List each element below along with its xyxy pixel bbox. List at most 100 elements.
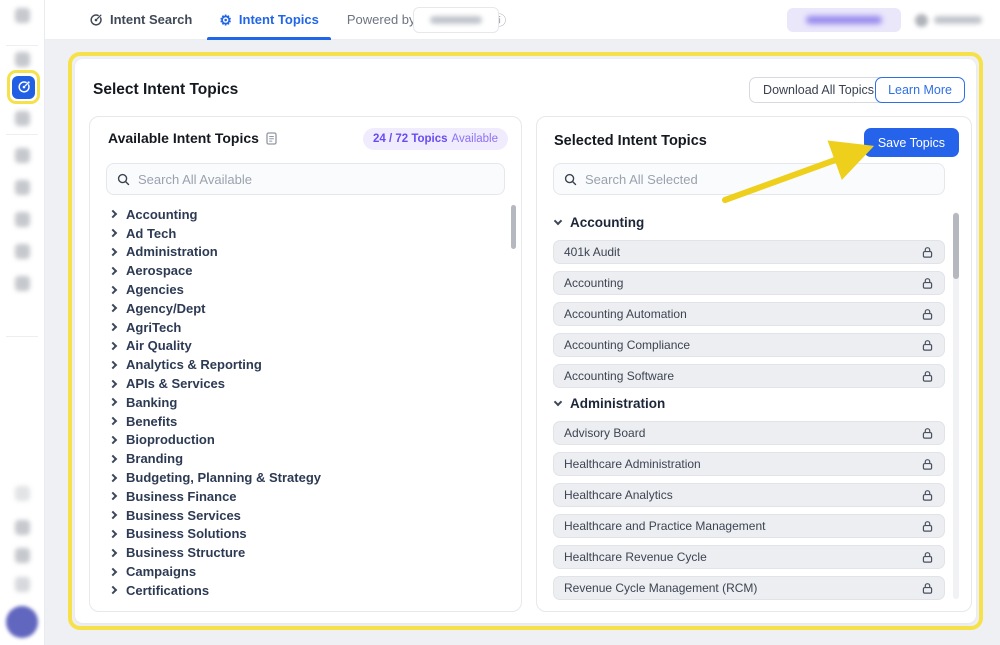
available-topic-row[interactable]: Administration <box>110 243 501 262</box>
tab-label: Intent Topics <box>239 12 319 27</box>
available-topic-row[interactable]: Agencies <box>110 280 501 299</box>
lock-icon <box>921 489 934 502</box>
blurred-sidebar-icon[interactable] <box>15 276 30 291</box>
available-topic-row[interactable]: Analytics & Reporting <box>110 355 501 374</box>
blurred-sidebar-icon[interactable] <box>15 244 30 259</box>
blurred-sidebar-icon[interactable] <box>15 520 30 535</box>
chevron-right-icon <box>109 379 117 387</box>
chevron-right-icon <box>109 304 117 312</box>
search-available-input[interactable] <box>138 172 494 187</box>
available-panel-title: Available Intent Topics <box>108 130 259 146</box>
topic-label: APIs & Services <box>126 376 225 391</box>
sidebar-divider <box>6 45 38 46</box>
blurred-sidebar-icon[interactable] <box>15 8 30 23</box>
blurred-sidebar-icon[interactable] <box>15 52 30 67</box>
search-selected-input[interactable] <box>585 172 934 187</box>
topic-label: Business Solutions <box>126 526 247 541</box>
chevron-right-icon <box>109 417 117 425</box>
topic-label: Accounting <box>564 276 921 290</box>
selected-topic-pill[interactable]: Revenue Cycle Management (RCM) <box>553 576 945 600</box>
selected-topic-pill[interactable]: Advisory Board <box>553 421 945 445</box>
target-arrow-icon <box>17 80 31 94</box>
blurred-upgrade-menu-item[interactable] <box>915 14 982 27</box>
available-topic-row[interactable]: Agency/Dept <box>110 299 501 318</box>
topic-label: Accounting Software <box>564 369 921 383</box>
available-topic-row[interactable]: Air Quality <box>110 337 501 356</box>
user-avatar[interactable] <box>6 606 38 638</box>
learn-more-button[interactable]: Learn More <box>875 77 965 103</box>
available-topic-row[interactable]: Budgeting, Planning & Strategy <box>110 468 501 487</box>
selected-group-header[interactable]: Accounting <box>555 214 945 231</box>
chevron-right-icon <box>109 586 117 594</box>
chevron-right-icon <box>109 530 117 538</box>
selected-topic-pill[interactable]: 401k Audit <box>553 240 945 264</box>
selected-topic-pill[interactable]: Accounting Compliance <box>553 333 945 357</box>
available-topic-row[interactable]: Benefits <box>110 412 501 431</box>
available-topic-row[interactable]: AgriTech <box>110 318 501 337</box>
blurred-sidebar-icon[interactable] <box>15 148 30 163</box>
selected-topic-pill[interactable]: Healthcare Analytics <box>553 483 945 507</box>
document-icon[interactable] <box>266 132 277 145</box>
available-topic-row[interactable]: Business Structure <box>110 543 501 562</box>
available-scrollbar[interactable] <box>511 205 516 249</box>
available-topic-row[interactable]: Business Solutions <box>110 525 501 544</box>
topic-label: Campaigns <box>126 564 196 579</box>
selected-topic-pill[interactable]: Accounting Automation <box>553 302 945 326</box>
sidebar-item-intent-active[interactable] <box>12 76 35 99</box>
selected-topic-pill[interactable]: Accounting Software <box>553 364 945 388</box>
blurred-text <box>430 16 482 24</box>
available-topic-row[interactable]: Certifications <box>110 581 501 600</box>
selected-topics-panel: Selected Intent Topics Save Topics Accou… <box>536 116 972 612</box>
available-topic-row[interactable]: Ad Tech <box>110 224 501 243</box>
left-sidebar <box>0 0 45 645</box>
selected-scrollbar[interactable] <box>953 213 959 279</box>
available-topic-row[interactable]: Business Finance <box>110 487 501 506</box>
chevron-right-icon <box>109 567 117 575</box>
chevron-right-icon <box>109 398 117 406</box>
topic-label: Benefits <box>126 414 177 429</box>
blurred-icon <box>915 14 928 27</box>
download-all-topics-button[interactable]: Download All Topics <box>749 77 888 103</box>
blurred-sidebar-icon[interactable] <box>15 180 30 195</box>
selected-topic-pill[interactable]: Accounting <box>553 271 945 295</box>
group-label: Accounting <box>570 215 644 230</box>
chevron-right-icon <box>109 342 117 350</box>
available-topic-row[interactable]: Accounting <box>110 205 501 224</box>
lock-icon <box>921 308 934 321</box>
selected-topic-pill[interactable]: Healthcare and Practice Management <box>553 514 945 538</box>
topic-label: Business Structure <box>126 545 245 560</box>
topic-label: Advisory Board <box>564 426 921 440</box>
chevron-down-icon <box>554 398 562 406</box>
topic-label: Aerospace <box>126 263 192 278</box>
selected-search-box <box>553 163 945 195</box>
available-topic-row[interactable]: Business Services <box>110 506 501 525</box>
lock-icon <box>921 582 934 595</box>
selected-topic-pill[interactable]: Healthcare Administration <box>553 452 945 476</box>
available-topic-row[interactable]: Aerospace <box>110 261 501 280</box>
tab-intent-topics[interactable]: ⚙ Intent Topics <box>219 0 319 40</box>
lock-icon <box>921 339 934 352</box>
selected-topic-pill[interactable]: Healthcare Revenue Cycle <box>553 545 945 569</box>
available-topic-row[interactable]: APIs & Services <box>110 374 501 393</box>
available-topic-row[interactable]: Campaigns <box>110 562 501 581</box>
available-topic-row[interactable]: Bioproduction <box>110 431 501 450</box>
blurred-tour-button[interactable] <box>413 7 499 33</box>
topic-label: Business Finance <box>126 489 237 504</box>
available-topic-row[interactable]: Branding <box>110 449 501 468</box>
topic-label: Certifications <box>126 583 209 598</box>
blurred-sidebar-icon[interactable] <box>15 548 30 563</box>
search-icon <box>564 173 577 186</box>
topic-label: Bioproduction <box>126 432 215 447</box>
chevron-right-icon <box>109 436 117 444</box>
tab-intent-search[interactable]: Intent Search <box>89 0 192 40</box>
blurred-text <box>806 16 882 24</box>
save-topics-button[interactable]: Save Topics <box>864 128 959 157</box>
blurred-sidebar-icon[interactable] <box>15 111 30 126</box>
topic-label: 401k Audit <box>564 245 921 259</box>
blurred-sidebar-icon[interactable] <box>15 486 30 501</box>
blurred-sidebar-icon[interactable] <box>15 212 30 227</box>
blurred-sidebar-icon[interactable] <box>15 577 30 592</box>
topic-label: Accounting <box>126 207 198 222</box>
available-topic-row[interactable]: Banking <box>110 393 501 412</box>
selected-group-header[interactable]: Administration <box>555 395 945 412</box>
